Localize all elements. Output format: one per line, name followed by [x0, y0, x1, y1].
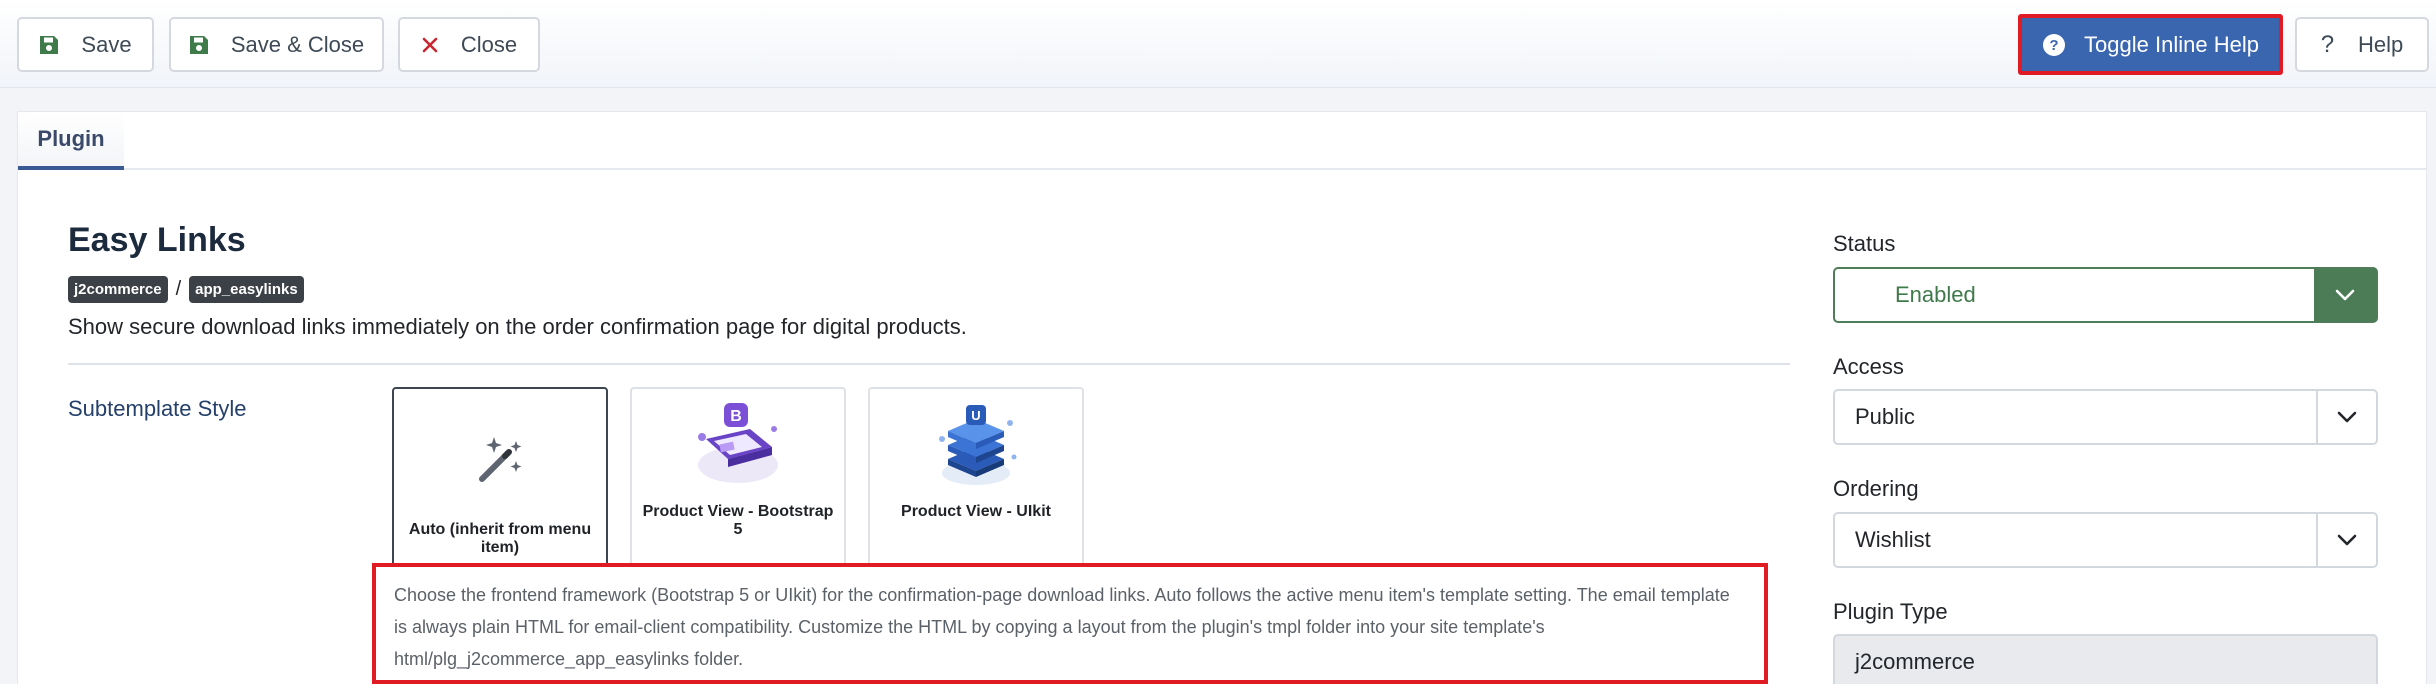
question-circle-icon: ?	[2042, 33, 2066, 57]
access-value: Public	[1855, 404, 1915, 429]
tab-plugin[interactable]: Plugin	[18, 112, 124, 170]
ordering-select[interactable]: Wishlist	[1833, 512, 2378, 568]
option-caption: Product View - UIkit	[901, 503, 1051, 520]
close-label: Close	[460, 31, 518, 57]
save-icon	[189, 35, 209, 55]
bootstrap-icon: B	[690, 399, 786, 496]
subtemplate-style-label: Subtemplate Style	[68, 396, 247, 421]
tab-bar: Plugin	[18, 112, 2426, 170]
magic-wand-icon	[472, 431, 528, 492]
save-label: Save	[81, 31, 132, 57]
status-select[interactable]: Enabled	[1833, 267, 2378, 323]
status-value: Enabled	[1895, 282, 1976, 307]
chevron-down-icon	[2314, 269, 2376, 321]
access-label: Access	[1833, 354, 1904, 379]
save-and-close-label: Save & Close	[230, 31, 365, 57]
badge-separator: /	[175, 278, 182, 300]
ordering-value: Wishlist	[1855, 527, 1931, 552]
save-icon	[39, 35, 59, 55]
element-badge: app_easylinks	[189, 276, 304, 303]
toggle-inline-help-label: Toggle Inline Help	[2084, 31, 2259, 57]
svg-text:B: B	[730, 408, 742, 425]
subtemplate-option-uikit[interactable]: U Product View - UIkit	[868, 387, 1084, 567]
plugin-type-label: Plugin Type	[1833, 599, 1948, 624]
status-label: Status	[1833, 231, 1896, 256]
chevron-down-icon	[2316, 514, 2376, 566]
uikit-icon: U	[928, 399, 1024, 496]
option-caption: Product View - Bootstrap 5	[642, 503, 834, 538]
plugin-type-field: j2commerce	[1833, 634, 2378, 684]
toggle-inline-help-button[interactable]: ? Toggle Inline Help	[2018, 14, 2283, 75]
plugin-badges: j2commerce / app_easylinks	[68, 276, 304, 303]
plugin-type-value: j2commerce	[1855, 649, 1975, 674]
subtemplate-option-auto[interactable]: Auto (inherit from menu item)	[392, 387, 608, 567]
subtemplate-inline-help: Choose the frontend framework (Bootstrap…	[372, 563, 1768, 684]
close-button[interactable]: Close	[398, 17, 540, 72]
question-icon: ?	[2320, 30, 2335, 58]
svg-text:?: ?	[2049, 37, 2058, 54]
page-title: Easy Links	[68, 221, 246, 259]
close-icon	[421, 36, 439, 54]
option-caption: Auto (inherit from menu item)	[408, 521, 592, 556]
chevron-down-icon	[2316, 391, 2376, 443]
plugin-description: Show secure download links immediately o…	[68, 314, 967, 339]
svg-text:U: U	[971, 408, 980, 423]
save-and-close-button[interactable]: Save & Close	[169, 17, 384, 72]
group-badge: j2commerce	[68, 276, 168, 303]
toolbar: Save Save & Close Close ? Toggle Inline …	[0, 0, 2436, 88]
divider	[68, 363, 1790, 365]
save-button[interactable]: Save	[17, 17, 154, 72]
ordering-label: Ordering	[1833, 476, 1919, 501]
help-label: Help	[2358, 31, 2404, 57]
subtemplate-option-bootstrap[interactable]: B Product View - Bootstrap 5	[630, 387, 846, 567]
access-select[interactable]: Public	[1833, 389, 2378, 445]
help-button[interactable]: ? Help	[2295, 17, 2429, 72]
